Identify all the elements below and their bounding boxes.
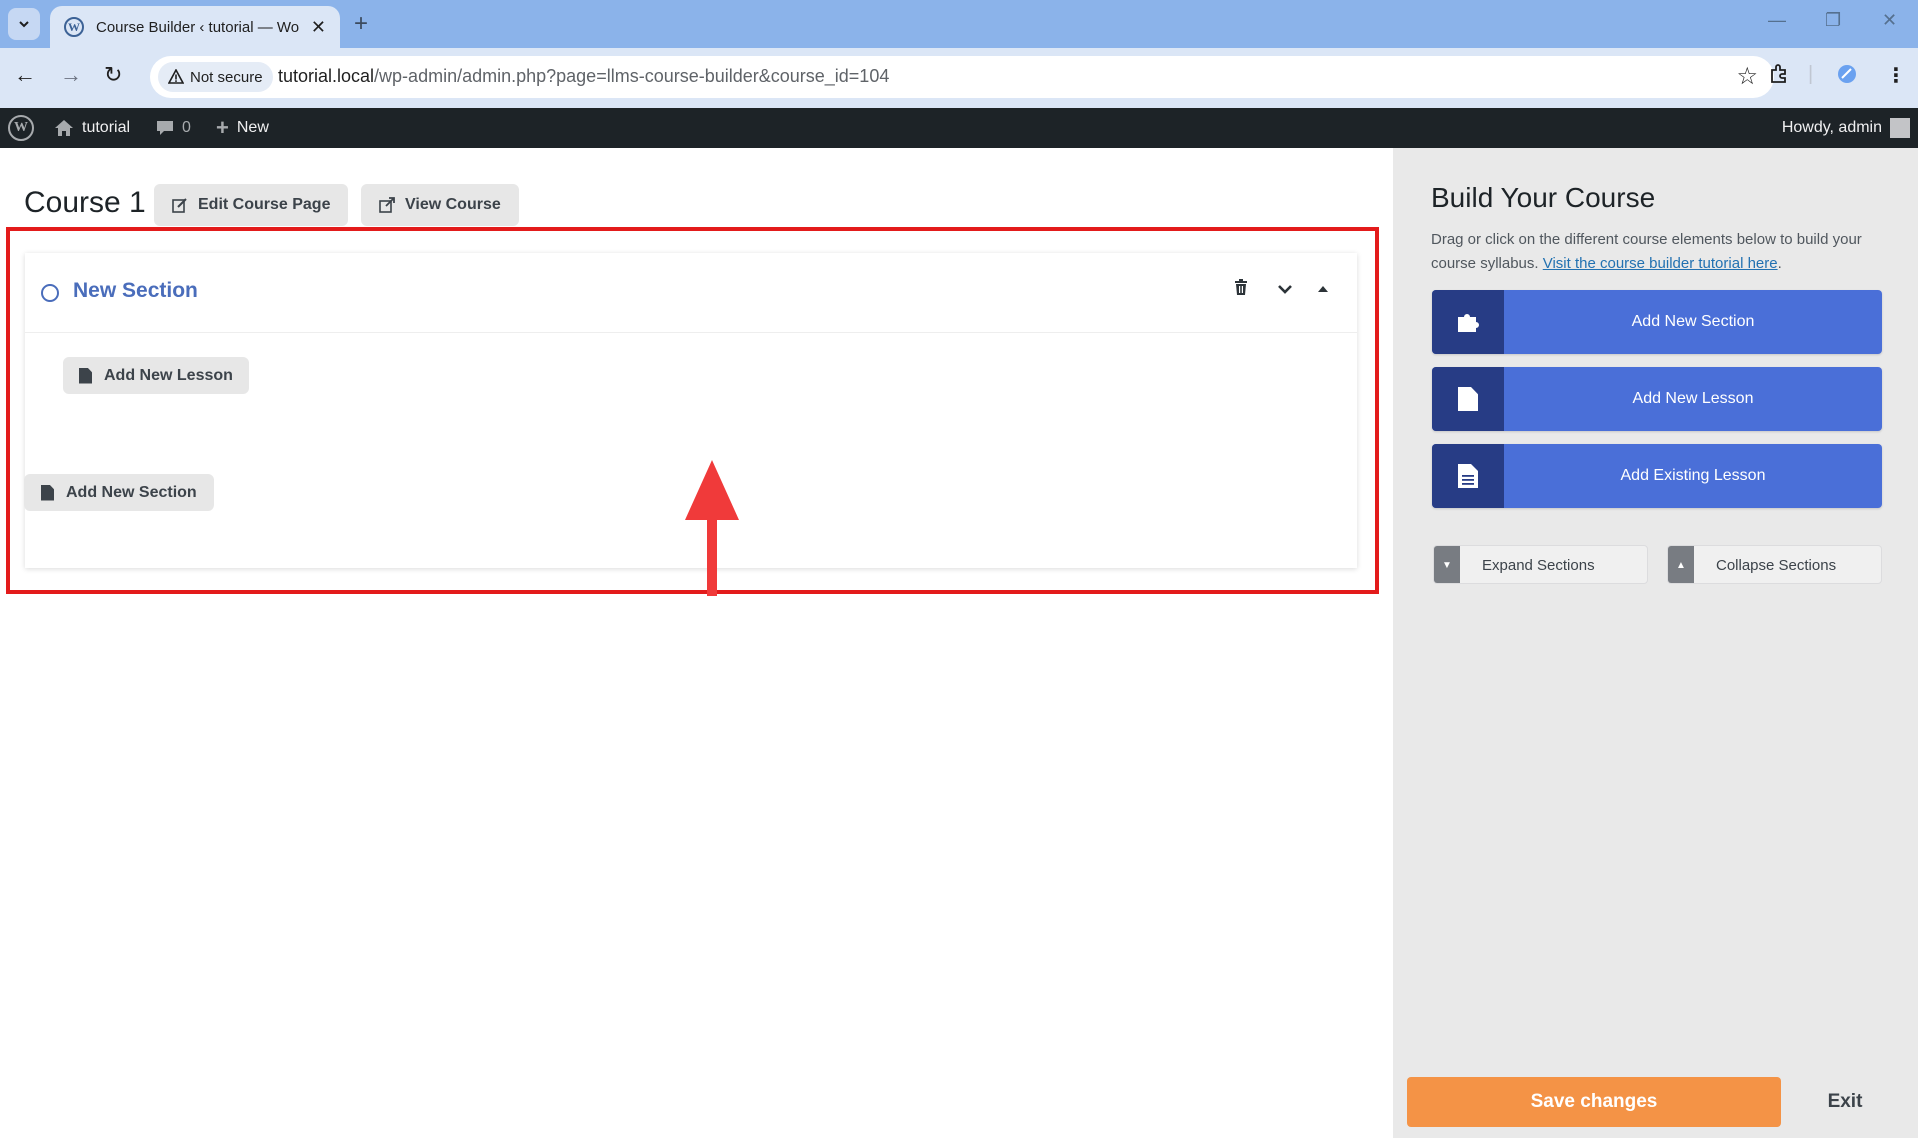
wordpress-favicon-icon: W <box>64 17 84 37</box>
comments-count: 0 <box>182 119 191 136</box>
sidebar-description: Drag or click on the different course el… <box>1431 231 1862 272</box>
new-content-menu[interactable]: + New <box>216 108 269 148</box>
close-window-icon[interactable]: ✕ <box>1882 10 1897 31</box>
bookmark-star-icon[interactable]: ☆ <box>1736 62 1758 91</box>
home-icon <box>55 120 73 136</box>
expand-sections-button[interactable]: ▼ Expand Sections <box>1433 545 1648 584</box>
document-icon <box>1432 367 1504 431</box>
sidebar-add-new-lesson-label: Add New Lesson <box>1632 390 1754 407</box>
address-bar[interactable]: Not secure tutorial.local/wp-admin/admin… <box>150 56 1774 98</box>
build-course-sidebar: Build Your Course Drag or click on the d… <box>1393 148 1918 1138</box>
document-icon <box>79 367 92 384</box>
forward-icon[interactable]: → <box>60 62 82 88</box>
collapse-sections-button[interactable]: ▲ Collapse Sections <box>1667 545 1882 584</box>
section-header[interactable]: New Section <box>25 253 1357 333</box>
external-link-icon <box>379 197 395 213</box>
document-lines-icon <box>1432 444 1504 508</box>
back-icon[interactable]: ← <box>14 62 36 88</box>
reload-icon[interactable]: ↻ <box>104 62 122 88</box>
course-builder-tutorial-link[interactable]: Visit the course builder tutorial here <box>1543 255 1778 272</box>
restore-icon[interactable]: ❐ <box>1825 10 1841 31</box>
collapse-sections-label: Collapse Sections <box>1716 557 1837 574</box>
comments-menu[interactable]: 0 <box>156 108 191 148</box>
url-text[interactable]: tutorial.local/wp-admin/admin.php?page=l… <box>278 66 889 87</box>
wordpress-logo-icon: W <box>8 115 34 141</box>
annotation-arrow-icon <box>685 460 739 596</box>
browser-tab[interactable]: W Course Builder ‹ tutorial — Wo ✕ <box>50 6 340 48</box>
caret-down-icon: ▼ <box>1434 546 1460 583</box>
sidebar-title: Build Your Course <box>1431 182 1656 213</box>
profile-icon[interactable] <box>1836 63 1858 91</box>
site-name-menu[interactable]: tutorial <box>54 108 130 148</box>
wp-logo-menu[interactable]: W <box>8 108 34 148</box>
puzzle-icon <box>1432 290 1504 354</box>
collapse-caret-icon[interactable] <box>1317 279 1329 300</box>
browser-menu-icon[interactable]: ⋮ <box>1886 63 1906 88</box>
url-host: tutorial.local <box>278 66 375 86</box>
chevron-down-icon <box>19 21 29 28</box>
save-changes-button[interactable]: Save changes <box>1407 1077 1781 1127</box>
tab-title: Course Builder ‹ tutorial — Wo <box>96 18 300 36</box>
course-builder-main: Course 1 Edit Course Page View Course Ne… <box>0 148 1393 1138</box>
minimize-icon[interactable]: — <box>1768 10 1786 31</box>
document-icon <box>41 484 54 501</box>
chevron-down-icon[interactable] <box>1277 279 1293 300</box>
edit-icon <box>172 198 187 213</box>
sidebar-add-new-lesson-button[interactable]: Add New Lesson <box>1432 367 1882 431</box>
course-title: Course 1 <box>24 186 146 219</box>
account-menu[interactable]: Howdy, admin <box>1782 108 1910 148</box>
edit-course-page-button[interactable]: Edit Course Page <box>154 184 349 226</box>
sidebar-add-new-section-button[interactable]: Add New Section <box>1432 290 1882 354</box>
add-new-section-button[interactable]: Add New Section <box>24 474 214 511</box>
caret-up-icon: ▲ <box>1668 546 1694 583</box>
new-tab-icon[interactable]: + <box>354 10 368 38</box>
browser-toolbar: ← → ↻ Not secure tutorial.local/wp-admin… <box>0 48 1918 108</box>
add-new-lesson-label: Add New Lesson <box>104 366 233 384</box>
greeting: Howdy, admin <box>1781 119 1882 136</box>
trash-icon[interactable] <box>1234 279 1248 300</box>
sidebar-add-new-section-label: Add New Section <box>1631 313 1755 330</box>
warning-icon <box>168 69 184 84</box>
toolbar-divider: | <box>1808 63 1814 85</box>
site-name: tutorial <box>82 119 131 136</box>
close-tab-icon[interactable]: ✕ <box>311 17 326 38</box>
wp-admin-bar: W tutorial 0 + New Howdy, admin <box>0 108 1918 148</box>
add-new-lesson-button[interactable]: Add New Lesson <box>63 357 249 394</box>
view-course-button[interactable]: View Course <box>361 184 519 226</box>
comment-icon <box>157 121 173 135</box>
edit-course-page-label: Edit Course Page <box>198 196 331 213</box>
add-new-section-label: Add New Section <box>66 483 197 501</box>
sidebar-add-existing-lesson-button[interactable]: Add Existing Lesson <box>1432 444 1882 508</box>
section-status-icon <box>41 284 59 302</box>
avatar <box>1890 118 1910 138</box>
view-course-label: View Course <box>405 196 501 213</box>
section-title[interactable]: New Section <box>73 279 198 303</box>
new-label: New <box>236 119 269 136</box>
exit-button[interactable]: Exit <box>1787 1077 1903 1127</box>
plus-icon: + <box>216 115 229 140</box>
url-path: /wp-admin/admin.php?page=llms-course-bui… <box>374 66 890 86</box>
sidebar-add-existing-lesson-label: Add Existing Lesson <box>1620 467 1766 484</box>
security-label: Not secure <box>190 68 263 86</box>
extensions-icon[interactable] <box>1768 63 1790 91</box>
expand-sections-label: Expand Sections <box>1482 557 1595 574</box>
security-chip[interactable]: Not secure <box>158 62 273 92</box>
tab-search-button[interactable] <box>8 8 40 40</box>
browser-tab-bar: W Course Builder ‹ tutorial — Wo ✕ + — ❐… <box>0 0 1918 48</box>
